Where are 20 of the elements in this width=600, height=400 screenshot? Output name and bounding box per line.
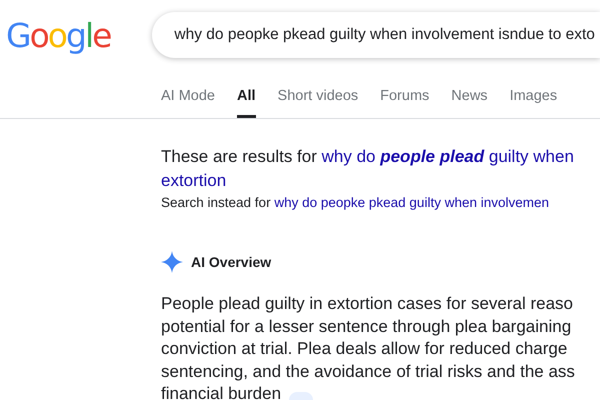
tab[interactable]: Images <box>510 82 558 118</box>
overview-text: conviction at trial. Plea deals allow for reduced charge <box>161 339 568 358</box>
tab[interactable]: News <box>451 82 488 118</box>
overview-text: financial burden <box>161 384 282 400</box>
sparkle-icon <box>161 251 183 273</box>
google-logo[interactable]: Google <box>6 16 110 54</box>
search-field[interactable]: why do peopke pkead guilty when involvement isndue to exto <box>152 12 600 58</box>
original-query-link[interactable]: why do peopke pkead guilty when involvemen <box>274 195 550 210</box>
corrected-query-link[interactable]: extortion <box>161 171 226 190</box>
overview-text: potential for a lesser sentence through plea bargaining <box>161 316 572 336</box>
ai-overview-title: AI Overview <box>191 254 272 270</box>
correction-text: These are results for <box>161 147 318 166</box>
corrected-query-link[interactable]: why do people plead guilty when <box>322 147 574 166</box>
tab[interactable]: AI Mode <box>161 82 215 118</box>
overview-text: People plead guilty in extortion cases for several reaso <box>161 294 574 313</box>
tab[interactable]: Short videos <box>278 82 358 118</box>
tab[interactable]: All <box>237 82 256 118</box>
tab[interactable]: Forums <box>380 82 430 118</box>
search-instead-text: Search instead for <box>161 195 272 210</box>
overview-text: sentencing, and the avoidance of trial risks and the ass <box>161 362 575 380</box>
